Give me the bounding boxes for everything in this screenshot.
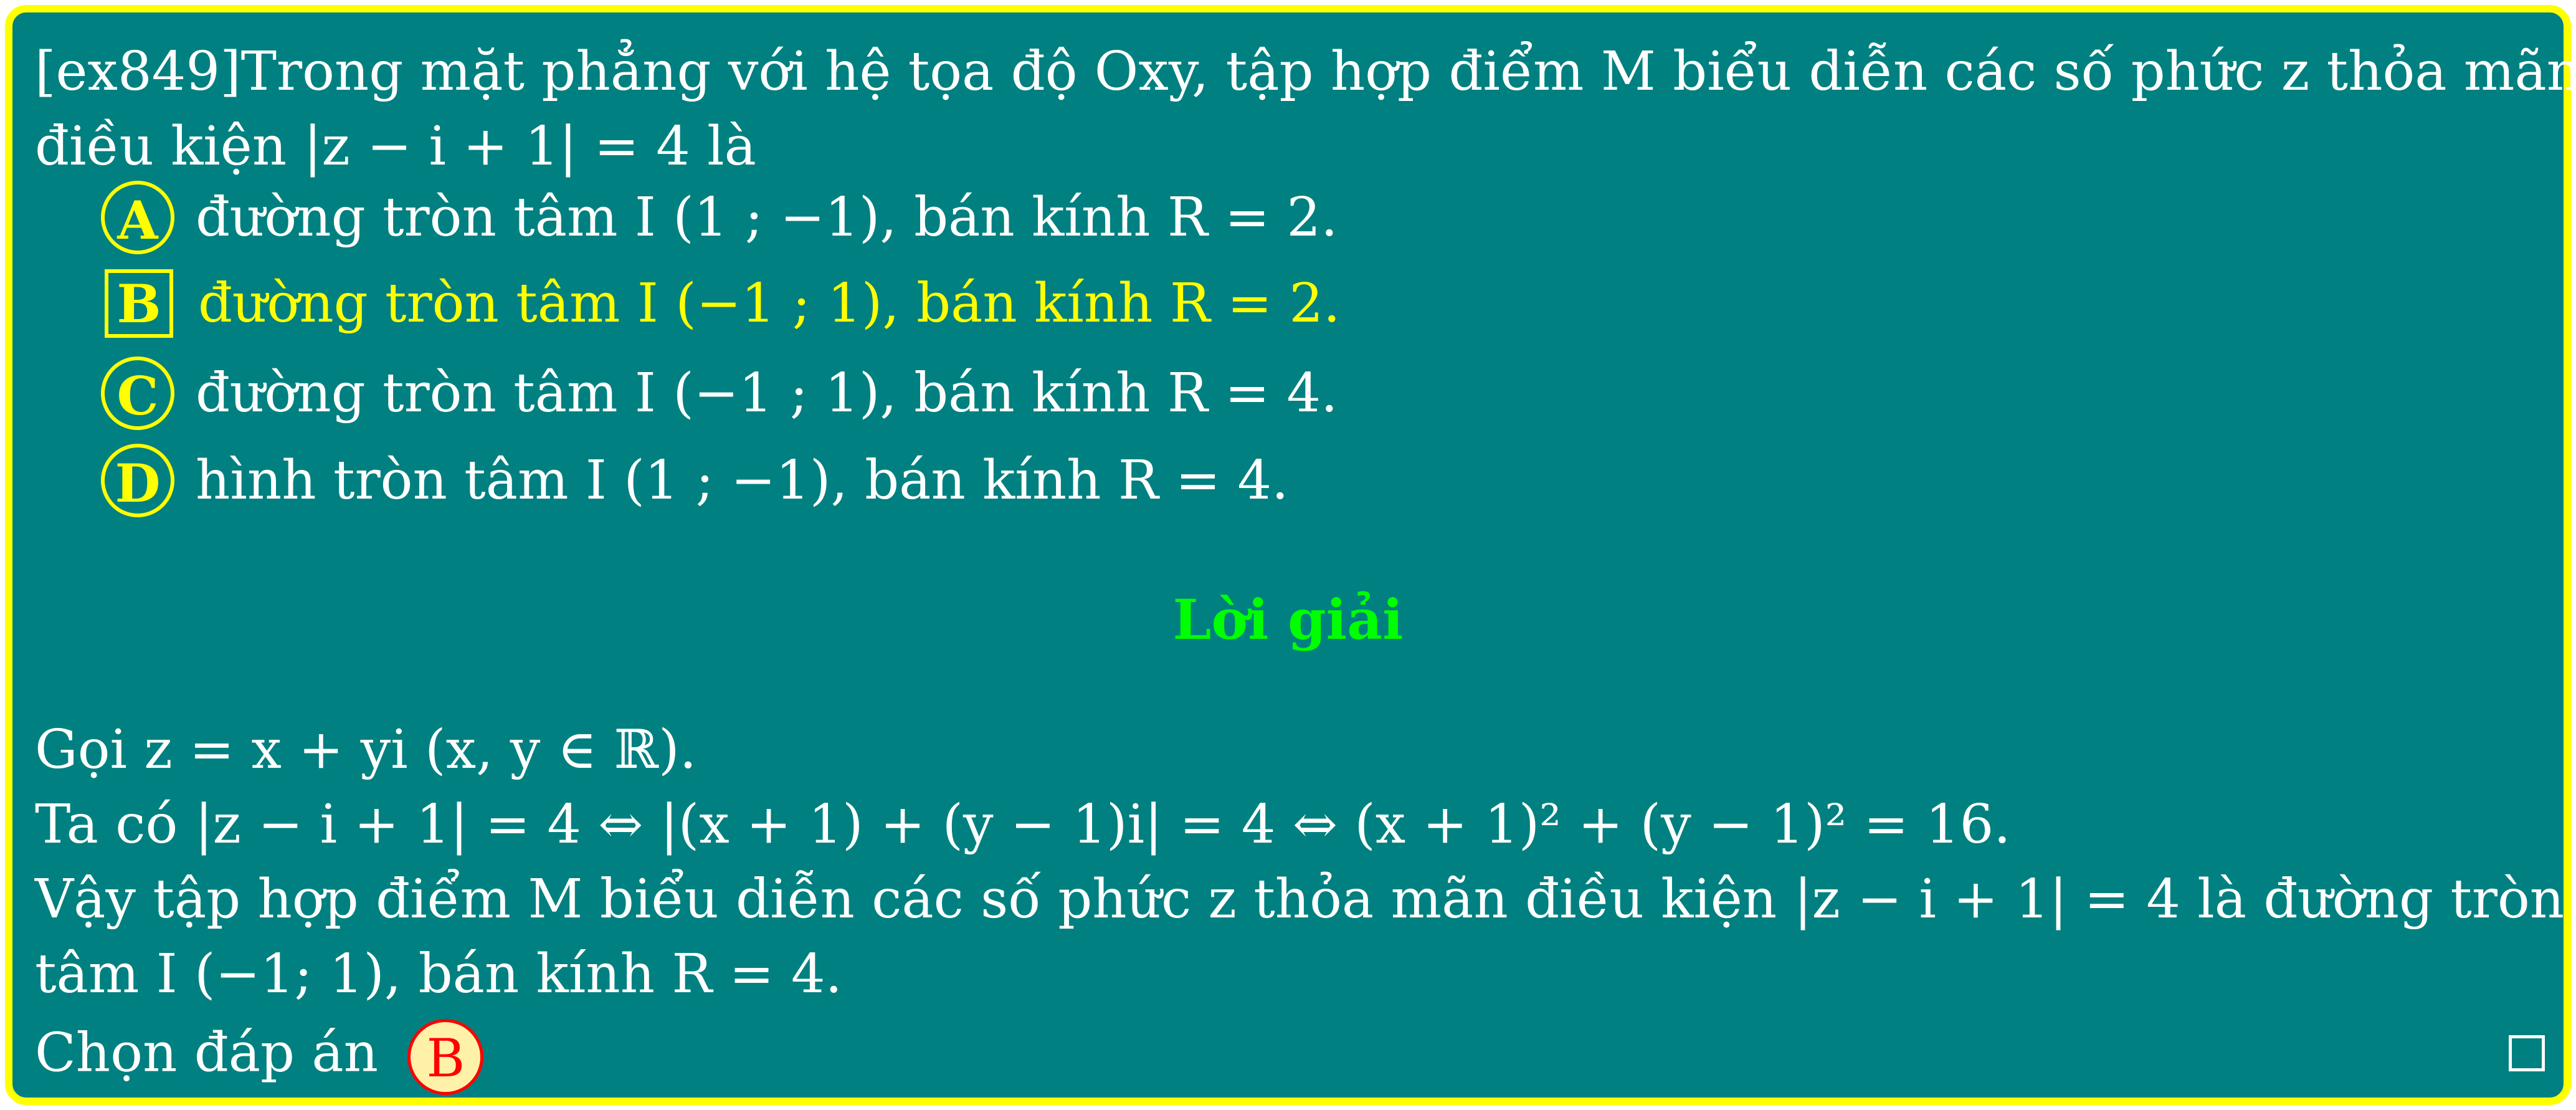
exercise-card: [ex849]Trong mặt phẳng với hệ tọa độ Oxy… (5, 5, 2576, 1105)
choice-d[interactable]: D hình tròn tâm I (1 ; −1), bán kính R =… (101, 444, 1288, 517)
answer-badge: B (407, 1019, 484, 1095)
end-of-proof-square-icon (2509, 1035, 2545, 1071)
choice-a-text: đường tròn tâm I (1 ; −1), bán kính R = … (196, 186, 1338, 249)
solution-title: Lời giải (1172, 587, 1404, 652)
solution-line-3: Vậy tập hợp điểm M biểu diễn các số phức… (35, 868, 2565, 931)
choice-a[interactable]: A đường tròn tâm I (1 ; −1), bán kính R … (101, 181, 1338, 254)
choice-b-text: đường tròn tâm I (−1 ; 1), bán kính R = … (198, 272, 1341, 335)
choice-c[interactable]: C đường tròn tâm I (−1 ; 1), bán kính R … (101, 356, 1338, 430)
question-line-1: [ex849]Trong mặt phẳng với hệ tọa độ Oxy… (35, 41, 2576, 103)
choice-c-label: C (101, 356, 174, 430)
question-line-2: điều kiện |z − i + 1| = 4 là (35, 115, 756, 178)
choice-a-label: A (101, 181, 174, 254)
choice-d-text: hình tròn tâm I (1 ; −1), bán kính R = 4… (196, 449, 1289, 512)
choice-d-label: D (101, 444, 174, 517)
solution-line-2: Ta có |z − i + 1| = 4 ⇔ |(x + 1) + (y − … (35, 793, 2011, 856)
answer-line: Chọn đáp án B (35, 1019, 484, 1095)
solution-line-1: Gọi z = x + yi (x, y ∈ ℝ). (35, 719, 697, 781)
choice-b[interactable]: B đường tròn tâm I (−1 ; 1), bán kính R … (101, 269, 1340, 338)
solution-line-4: tâm I (−1; 1), bán kính R = 4. (35, 943, 842, 1005)
choice-c-text: đường tròn tâm I (−1 ; 1), bán kính R = … (196, 362, 1338, 424)
choice-b-label: B (105, 269, 173, 338)
answer-prefix: Chọn đáp án (35, 1021, 379, 1084)
